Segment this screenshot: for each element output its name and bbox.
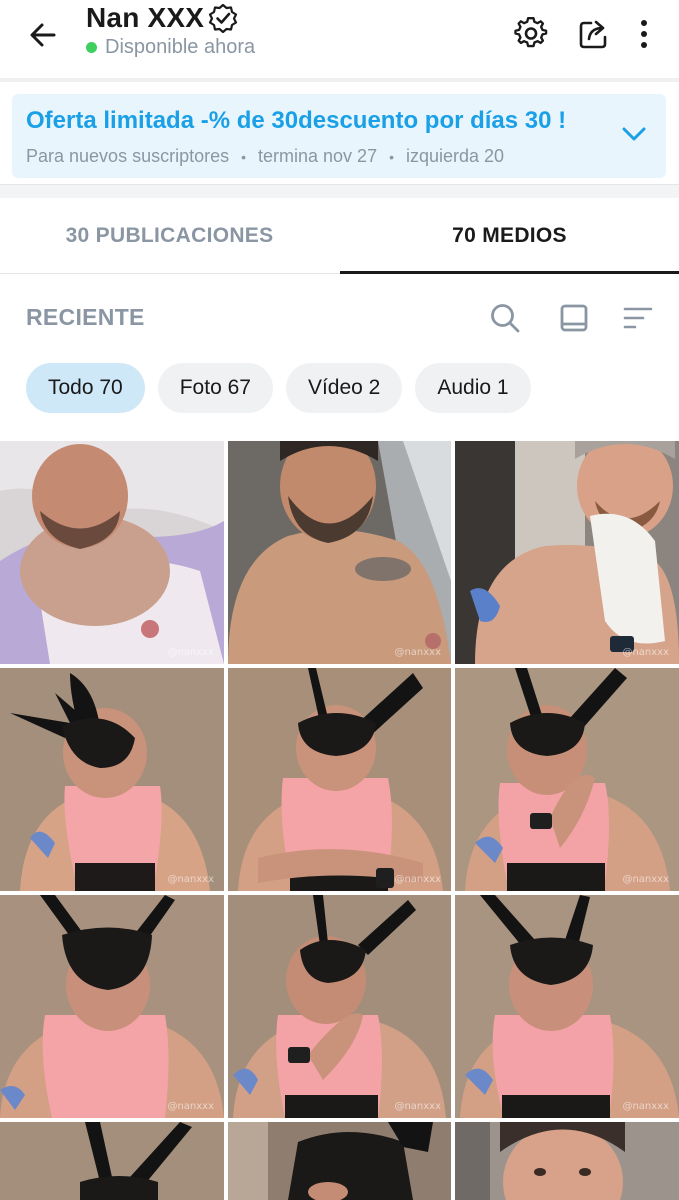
watermark: @nanxxx: [167, 647, 214, 658]
chevron-down-icon[interactable]: [620, 120, 648, 148]
offer-details: Para nuevos suscriptores • termina nov 2…: [26, 146, 504, 167]
availability-status: Disponible ahora: [105, 36, 256, 58]
profile-name[interactable]: Nan XXX: [86, 2, 204, 34]
filter-chip-audio[interactable]: Audio 1: [415, 363, 531, 413]
filter-chip-video[interactable]: Vídeo 2: [285, 363, 403, 413]
watermark: @nanxxx: [394, 1101, 441, 1112]
media-thumbnail[interactable]: @nanxxx: [455, 441, 679, 664]
media-thumbnail[interactable]: @nanxxx: [228, 441, 451, 664]
media-thumbnail[interactable]: @nanxxx: [228, 895, 451, 1118]
watermark: @nanxxx: [394, 874, 441, 885]
offer-end-date: termina nov 27: [258, 146, 378, 166]
profile-header: Nan XXX Disponible ahora: [0, 0, 679, 78]
media-thumbnail[interactable]: @nanxxx: [455, 895, 679, 1118]
settings-button[interactable]: [511, 14, 551, 54]
back-arrow-icon: [30, 23, 56, 47]
filter-chip-all[interactable]: Todo 70: [26, 363, 145, 413]
sort-icon: [623, 307, 653, 329]
separator-dot: •: [389, 148, 394, 165]
watermark: @nanxxx: [622, 1101, 669, 1112]
layout-toggle-button[interactable]: [556, 300, 592, 336]
watermark: @nanxxx: [394, 647, 441, 658]
share-button[interactable]: [574, 14, 614, 54]
search-icon: [491, 304, 520, 333]
media-thumbnail[interactable]: @nanxxx: [455, 668, 679, 891]
section-divider: [0, 184, 679, 198]
sort-order-button[interactable]: [620, 300, 656, 336]
media-thumbnail[interactable]: [0, 1122, 224, 1200]
media-thumbnail[interactable]: @nanxxx: [0, 668, 224, 891]
back-button[interactable]: [22, 14, 64, 56]
offer-title: Oferta limitada -% de 30descuento por dí…: [26, 107, 567, 134]
offer-audience: Para nuevos suscriptores: [26, 146, 230, 166]
sort-label[interactable]: RECIENTE: [26, 304, 145, 331]
media-thumbnail[interactable]: @nanxxx: [228, 668, 451, 891]
more-vertical-icon: [641, 20, 647, 48]
media-thumbnail[interactable]: @nanxxx: [0, 895, 224, 1118]
profile-title-block: Nan XXX Disponible ahora: [86, 2, 255, 59]
active-tab-indicator: [340, 271, 679, 274]
verified-icon: [209, 3, 238, 33]
media-thumbnail[interactable]: @nanxxx: [0, 441, 224, 664]
media-filter-chips: Todo 70 Foto 67 Vídeo 2 Audio 1: [26, 363, 531, 413]
media-thumbnail[interactable]: [228, 1122, 451, 1200]
promo-offer-banner[interactable]: Oferta limitada -% de 30descuento por dí…: [12, 94, 666, 178]
tab-posts[interactable]: 30 PUBLICACIONES: [0, 198, 339, 274]
share-icon: [579, 20, 607, 49]
sort-toolbar: RECIENTE: [0, 290, 679, 346]
tab-media[interactable]: 70 MEDIOS: [340, 198, 679, 274]
header-divider: [0, 78, 679, 82]
more-options-button[interactable]: [624, 14, 664, 54]
media-thumbnail[interactable]: [455, 1122, 679, 1200]
watermark: @nanxxx: [167, 1101, 214, 1112]
search-button[interactable]: [487, 300, 523, 336]
watermark: @nanxxx: [622, 874, 669, 885]
separator-dot: •: [241, 148, 247, 165]
layout-icon: [560, 304, 588, 332]
gear-icon: [514, 17, 548, 48]
watermark: @nanxxx: [167, 874, 214, 885]
watermark: @nanxxx: [622, 647, 669, 658]
online-indicator: [86, 42, 97, 53]
content-tabs: 30 PUBLICACIONES 70 MEDIOS: [0, 198, 679, 274]
offer-remaining: izquierda 20: [406, 146, 505, 166]
filter-chip-photo[interactable]: Foto 67: [157, 363, 273, 413]
